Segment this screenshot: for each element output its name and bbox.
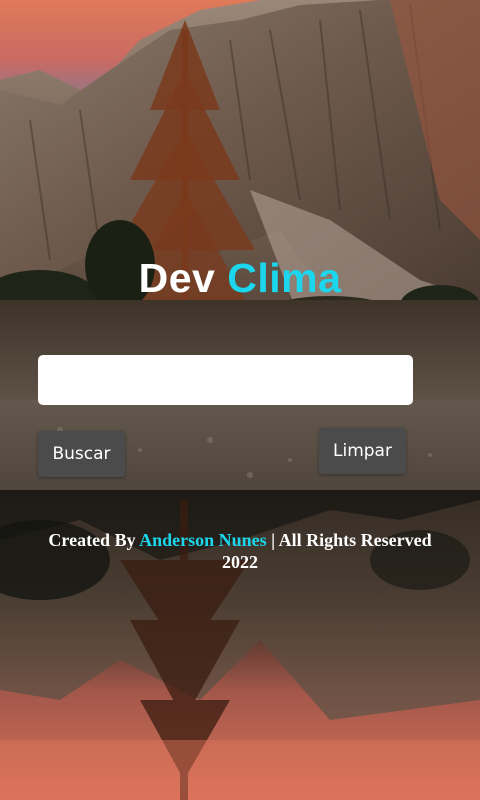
footer-credits: Created By Anderson Nunes | All Rights R… xyxy=(30,529,450,573)
app-title-dev: Dev xyxy=(138,255,216,301)
app-title: Dev Clima xyxy=(0,255,480,302)
search-button[interactable]: Buscar xyxy=(38,431,125,477)
clear-button[interactable]: Limpar xyxy=(319,428,406,474)
footer-author: Anderson Nunes xyxy=(139,530,267,550)
app-title-clima: Clima xyxy=(227,255,342,301)
city-search-input[interactable] xyxy=(38,355,413,405)
footer-prefix: Created By xyxy=(48,530,140,550)
